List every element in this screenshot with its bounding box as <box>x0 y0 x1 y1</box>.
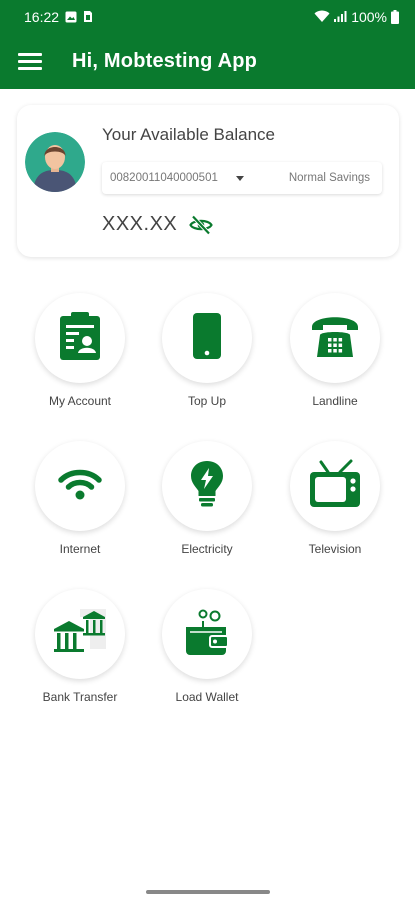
app-bar: Hi, Mobtesting App <box>0 33 415 89</box>
wallet-icon <box>184 607 230 662</box>
telephone-icon <box>310 314 360 363</box>
gesture-navigation-bar[interactable] <box>146 890 270 894</box>
service-icon-circle <box>35 589 125 679</box>
signal-icon <box>334 10 347 23</box>
service-landline[interactable]: Landline <box>280 293 390 423</box>
service-icon-circle <box>290 441 380 531</box>
balance-value: XXX.XX <box>102 213 178 235</box>
service-my-account[interactable]: My Account <box>25 293 135 423</box>
service-television[interactable]: Television <box>280 441 390 571</box>
phone-icon <box>192 312 222 365</box>
service-electricity[interactable]: Electricity <box>152 441 262 571</box>
balance-label: Your Available Balance <box>102 125 275 144</box>
service-top-up[interactable]: Top Up <box>152 293 262 423</box>
battery-percentage: 100% <box>351 8 387 25</box>
hamburger-menu-icon[interactable] <box>18 49 42 73</box>
status-bar: 16:22 100% <box>0 0 415 33</box>
service-icon-circle <box>162 589 252 679</box>
image-icon <box>65 11 77 23</box>
service-icon-circle <box>162 441 252 531</box>
sim-icon <box>83 10 93 23</box>
wifi-icon <box>314 10 330 23</box>
chevron-down-icon <box>236 175 244 181</box>
account-clipboard-icon <box>58 311 102 366</box>
balance-card: Your Available Balance 00820011040000501… <box>17 105 399 257</box>
service-label: Top Up <box>187 394 227 408</box>
account-number: 00820011040000501 <box>110 172 218 184</box>
service-load-wallet[interactable]: Load Wallet <box>152 589 262 719</box>
service-label: Landline <box>312 394 358 408</box>
service-icon-circle <box>290 293 380 383</box>
service-label: Load Wallet <box>175 690 239 704</box>
tv-icon <box>309 459 361 514</box>
page-title: Hi, Mobtesting App <box>72 49 258 72</box>
service-icon-circle <box>35 293 125 383</box>
service-icon-circle <box>35 441 125 531</box>
service-label: Television <box>308 542 362 556</box>
eye-off-icon[interactable] <box>189 213 213 237</box>
account-select[interactable]: 00820011040000501 Normal Savings <box>102 162 382 194</box>
service-label: My Account <box>48 394 112 408</box>
service-label: Electricity <box>181 542 233 556</box>
service-icon-circle <box>162 293 252 383</box>
status-left: 16:22 <box>24 9 93 25</box>
service-label: Bank Transfer <box>42 690 118 704</box>
status-time: 16:22 <box>24 8 60 25</box>
status-right: 100% <box>314 9 399 25</box>
service-label: Internet <box>59 542 101 556</box>
account-type: Normal Savings <box>288 172 370 184</box>
battery-icon <box>391 9 399 24</box>
bank-icon <box>52 607 108 662</box>
wifi-icon <box>58 467 102 506</box>
service-internet[interactable]: Internet <box>25 441 135 571</box>
bulb-icon <box>190 460 224 513</box>
service-bank-transfer[interactable]: Bank Transfer <box>25 589 135 719</box>
avatar <box>25 132 85 192</box>
